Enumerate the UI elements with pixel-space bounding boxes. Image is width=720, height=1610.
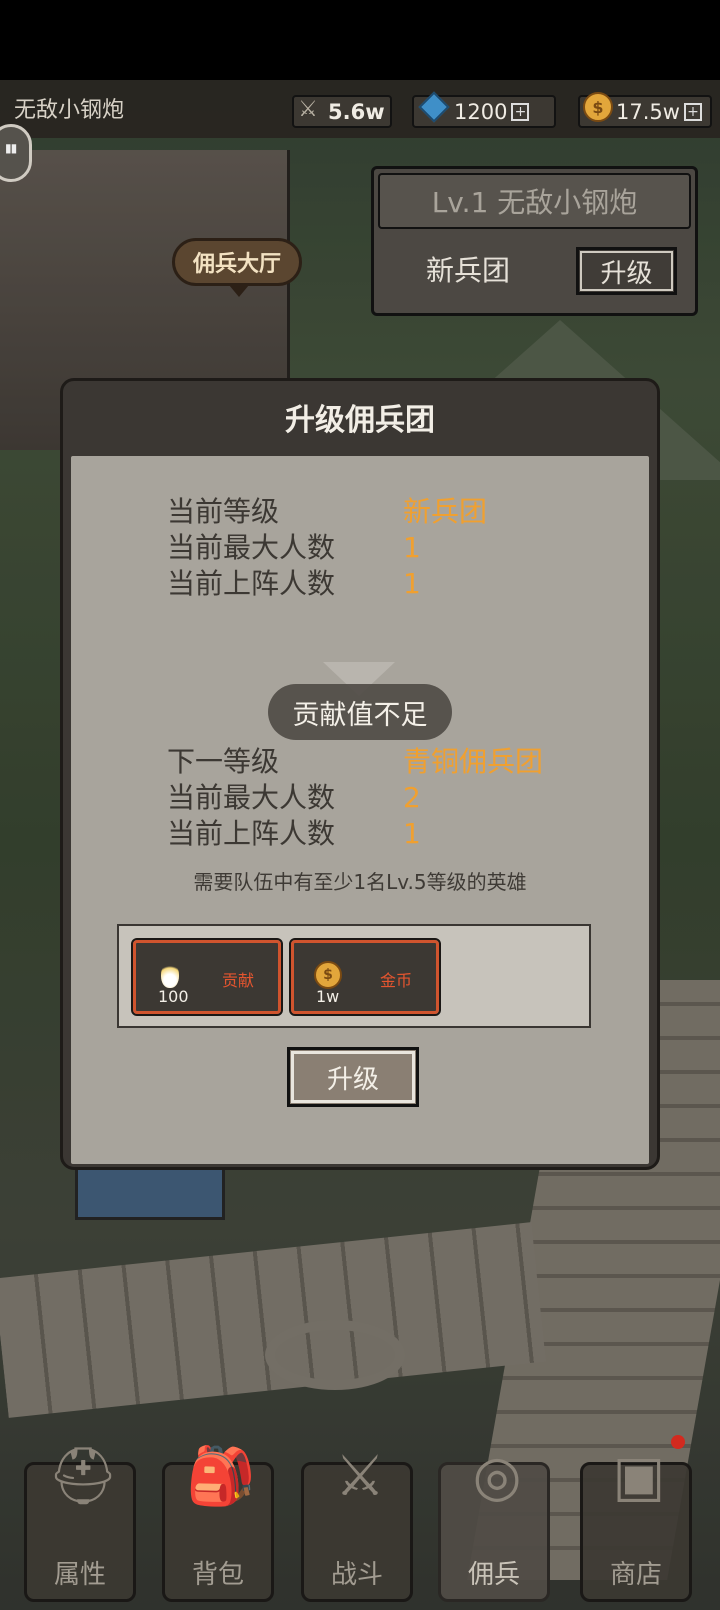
mercenary-hall-tag[interactable]: 佣兵大厅 [172, 238, 302, 297]
guild-rank: 新兵团 [426, 254, 511, 287]
info-label: 当前等级 [167, 495, 280, 528]
upgrade-button[interactable]: 升级 [287, 1047, 419, 1107]
crossed-swords-icon: ⚔ [334, 1443, 386, 1509]
cost-gold[interactable]: $ 1w 金币 [289, 938, 441, 1016]
cost-amount: 100 [158, 987, 189, 1006]
gold-coin-icon: $ [582, 91, 614, 123]
nav-tab-shop[interactable]: ▣ 商店 [580, 1435, 692, 1602]
nav-tab-battle[interactable]: ⚔ 战斗 [301, 1444, 413, 1602]
cost-name: 贡献 [222, 971, 255, 990]
dialog-title: 升级佣兵团 [285, 403, 435, 438]
backpack-icon: 🎒 [186, 1444, 256, 1509]
chest-icon: ▣ [612, 1443, 666, 1509]
info-row: 当前上阵人数 1 [167, 566, 487, 602]
info-value: 新兵团 [403, 495, 488, 528]
cost-list: 100 贡献 $ 1w 金币 [117, 924, 591, 1028]
coin-counter: $ 17.5w + [578, 92, 712, 128]
info-value: 1 [403, 817, 421, 850]
helmet-icon: ⛑ [47, 1444, 119, 1509]
nav-label: 商店 [609, 1560, 662, 1590]
nav-tab-mercenary[interactable]: ◎ 佣兵 [438, 1444, 550, 1602]
upgrade-guild-dialog: 升级佣兵团 当前等级 新兵团 当前最大人数 1 当前上阵人数 1 贡献值不足 下… [60, 378, 660, 1170]
combat-power: ⚔ 5.6w [292, 95, 392, 128]
nav-label: 佣兵 [467, 1560, 520, 1590]
info-label: 当前最大人数 [167, 531, 336, 564]
bottom-navigation: ⛑ 属性 🎒 背包 ⚔ 战斗 ◎ 佣兵 ▣ 商店 [0, 1420, 720, 1610]
guild-upgrade-button[interactable]: 升级 [576, 247, 677, 295]
resource-bar: 无敌小钢炮 ⚔ 5.6w 1200 + $ 17.5w + [0, 80, 720, 138]
dialog-body: 当前等级 新兵团 当前最大人数 1 当前上阵人数 1 贡献值不足 下一等级 青铜… [71, 456, 649, 1164]
player-name[interactable]: 无敌小钢炮 [14, 92, 124, 124]
cost-contribution[interactable]: 100 贡献 [131, 938, 283, 1016]
info-label: 当前上阵人数 [167, 567, 336, 600]
status-bar [0, 0, 720, 80]
cost-name: 金币 [380, 971, 413, 990]
info-row: 当前等级 新兵团 [167, 494, 487, 530]
requirement-text: 需要队伍中有至少1名Lv.5等级的英雄 [193, 870, 527, 894]
info-row: 下一等级 青铜佣兵团 [167, 744, 543, 780]
cost-amount: 1w [316, 987, 340, 1006]
info-label: 当前上阵人数 [167, 817, 336, 850]
combat-power-value: 5.6w [328, 99, 385, 124]
gem-icon [418, 91, 450, 123]
info-label: 当前最大人数 [167, 781, 336, 814]
insufficient-contribution-toast: 贡献值不足 [268, 684, 452, 740]
coin-value: 17.5w [616, 99, 680, 124]
add-gems-button[interactable]: + [511, 102, 530, 121]
info-value: 1 [403, 567, 421, 600]
nav-label: 背包 [191, 1560, 244, 1590]
info-value: 青铜佣兵团 [403, 745, 544, 778]
info-row: 当前上阵人数 1 [167, 816, 543, 852]
gem-value: 1200 [454, 99, 508, 124]
info-value: 1 [403, 531, 421, 564]
nav-tab-attributes[interactable]: ⛑ 属性 [24, 1444, 136, 1602]
nav-label: 战斗 [330, 1560, 383, 1590]
target-shield-icon: ◎ [472, 1443, 522, 1509]
info-row: 当前最大人数 1 [167, 530, 487, 566]
chat-button[interactable] [0, 124, 32, 182]
info-value: 2 [403, 781, 421, 814]
next-level-info: 下一等级 青铜佣兵团 当前最大人数 2 当前上阵人数 1 [167, 744, 543, 852]
nav-label: 属性 [53, 1560, 106, 1590]
nav-tab-backpack[interactable]: 🎒 背包 [162, 1444, 274, 1602]
guild-info-panel: Lv.1 无敌小钢炮 新兵团 升级 [371, 166, 698, 316]
notification-badge [671, 1435, 685, 1449]
guild-title: Lv.1 无敌小钢炮 [378, 173, 691, 229]
info-label: 下一等级 [167, 745, 280, 778]
current-level-info: 当前等级 新兵团 当前最大人数 1 当前上阵人数 1 [167, 494, 487, 602]
crossed-swords-icon: ⚔ [298, 96, 318, 122]
gem-counter: 1200 + [412, 91, 556, 128]
add-coins-button[interactable]: + [683, 102, 702, 121]
info-row: 当前最大人数 2 [167, 780, 543, 816]
